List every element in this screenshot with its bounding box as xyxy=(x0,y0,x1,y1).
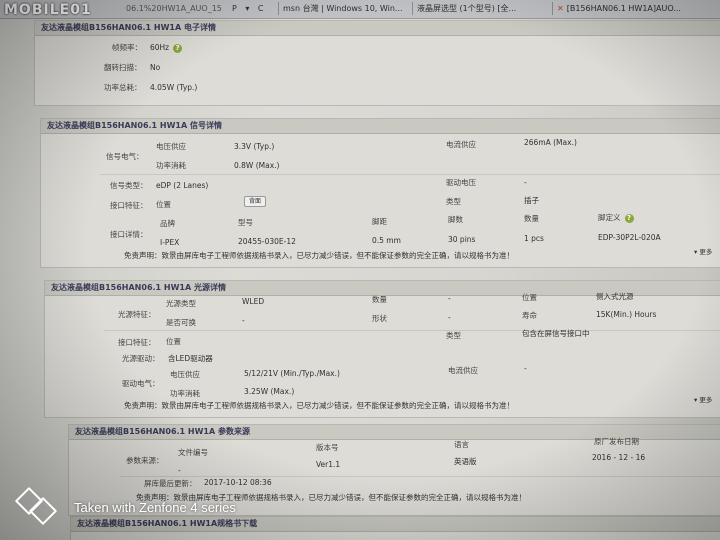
position-label: 位置 xyxy=(156,200,171,209)
cell-qty: 1 pcs xyxy=(524,234,544,243)
col-qty: 数量 xyxy=(524,214,539,223)
col-pitch: 脚距 xyxy=(372,217,387,226)
cell-pindef: EDP-30P2L-020A xyxy=(598,233,661,242)
bl-current-value: - xyxy=(524,364,527,373)
source-type-value: WLED xyxy=(242,297,265,306)
back-side-button[interactable]: 背面 xyxy=(244,196,267,207)
tab-label: [B156HAN06.1 HW1A]AUO... xyxy=(566,4,681,13)
drive-elec-label: 驱动电气： xyxy=(122,379,160,388)
col-doc-no: 文件编号 xyxy=(178,448,208,457)
tab-label: 液晶屏选型 (1个型号) [全... xyxy=(417,4,517,13)
browser-screen: 06.1%20HW1A_AUO_15 P ▾ C msn 台灣 | Window… xyxy=(0,0,720,540)
divider xyxy=(120,476,720,477)
panel-title: 友达液晶模组B156HAN06.1 HW1A 电子详情 xyxy=(35,21,720,36)
replaceable-label: 是否可换 xyxy=(166,318,196,327)
position-value: 背面 xyxy=(244,196,267,207)
col-model: 型号 xyxy=(238,218,253,227)
count-label: 数量 xyxy=(372,295,387,304)
shape-label: 形状 xyxy=(372,314,387,323)
divider xyxy=(104,330,720,331)
close-icon[interactable]: ✕ xyxy=(557,4,564,13)
iface-type-value: 包含在屏信号接口中 xyxy=(522,329,590,338)
power-total-label: 功率总耗： xyxy=(104,83,142,92)
cell-doc-no: - xyxy=(178,466,181,475)
watermark-text: Taken with Zenfone 4 series xyxy=(74,500,236,515)
camera-watermark: Taken with Zenfone 4 series xyxy=(14,484,274,528)
signal-type-label: 信号类型： xyxy=(110,181,148,190)
col-release-date: 原厂发布日期 xyxy=(594,437,639,446)
cell-pitch: 0.5 mm xyxy=(372,236,401,245)
consume-label: 功率消耗 xyxy=(156,161,186,170)
bl-consume-label: 功率消耗 xyxy=(170,389,200,398)
bl-supply-label: 电压供应 xyxy=(170,370,200,379)
cell-language: 英语版 xyxy=(454,457,477,466)
col-pindef: 脚定义? xyxy=(598,213,634,223)
count-value: - xyxy=(448,294,451,303)
consume-value: 0.8W (Max.) xyxy=(234,161,280,170)
bl-consume-value: 3.25W (Max.) xyxy=(244,387,295,396)
cell-brand: I-PEX xyxy=(160,238,180,247)
col-version: 版本号 xyxy=(316,443,339,452)
signal-disclaimer: 免责声明：致景由屏库电子工程师依据规格书录入，已尽力减少错误，但不能保证参数的完… xyxy=(124,251,514,260)
signal-elec-label: 信号电气： xyxy=(106,152,144,161)
cell-version: Ver1.1 xyxy=(316,460,341,469)
cell-pins: 30 pins xyxy=(448,235,476,244)
shape-value: - xyxy=(448,313,451,322)
col-language: 语言 xyxy=(454,440,469,449)
flip-scan-label: 翻转扫描： xyxy=(104,63,142,72)
cell-release-date: 2016 - 12 - 16 xyxy=(592,453,646,462)
tab-panel-select[interactable]: 液晶屏选型 (1个型号) [全... xyxy=(412,2,555,15)
position-label: 位置 xyxy=(522,293,537,302)
panel-title: 友达液晶模组B156HAN06.1 HW1A 信号详情 xyxy=(41,119,720,134)
mobile01-logo: MOBILE01 xyxy=(4,2,92,18)
light-driver-value: 含LED驱动器 xyxy=(168,354,213,363)
current-value: 266mA (Max.) xyxy=(524,138,577,147)
nav-buttons[interactable]: P ▾ C xyxy=(228,2,278,15)
interface-feature-label: 接口特征： xyxy=(110,201,148,210)
source-type-label: 光源类型 xyxy=(166,299,196,308)
current-label: 电流供应 xyxy=(446,140,476,149)
power-total-value: 4.05W (Typ.) xyxy=(150,83,198,92)
kind-label: 类型 xyxy=(446,197,461,206)
lifetime-label: 寿命 xyxy=(522,311,537,320)
replaceable-value: - xyxy=(242,316,245,325)
position-value: 侧入式光源 xyxy=(596,292,634,301)
light-feature-label: 光源特征： xyxy=(118,310,156,319)
iface-position-label: 位置 xyxy=(166,337,181,346)
help-icon[interactable]: ? xyxy=(173,43,183,53)
zenfone-logo-icon xyxy=(15,487,57,525)
lifetime-value: 15K(Min.) Hours xyxy=(596,310,657,319)
signal-more-link[interactable]: ▾ 更多 xyxy=(694,246,712,256)
supply-value: 3.3V (Typ.) xyxy=(234,142,275,151)
bl-current-label: 电流供应 xyxy=(448,366,478,375)
drive-voltage-label: 驱动电压 xyxy=(446,178,476,187)
backlight-disclaimer: 免责声明：致景由屏库电子工程师依据规格书录入，已尽力减少错误，但不能保证参数的完… xyxy=(124,401,514,410)
address-bar[interactable]: 06.1%20HW1A_AUO_15 xyxy=(122,2,228,15)
param-source-label: 参数来源： xyxy=(126,456,164,465)
backlight-more-link[interactable]: ▾ 更多 xyxy=(694,394,712,404)
iface-type-label: 类型 xyxy=(446,331,461,340)
tab-label: msn 台灣 | Windows 10, Win... xyxy=(283,4,403,13)
light-driver-label: 光源驱动： xyxy=(122,354,160,363)
iface-feature-label: 接口特征： xyxy=(118,338,156,347)
col-brand: 品牌 xyxy=(160,219,175,228)
divider xyxy=(100,174,720,175)
help-icon[interactable]: ? xyxy=(624,213,634,223)
frame-rate-label: 帧频率： xyxy=(112,43,142,52)
flip-scan-value: No xyxy=(150,63,161,72)
drive-voltage-value: - xyxy=(524,178,527,187)
bl-supply-value: 5/12/21V (Min./Typ./Max.) xyxy=(244,369,340,378)
frame-rate-value: 60Hz? xyxy=(150,43,183,53)
signal-type-value: eDP (2 Lanes) xyxy=(156,181,209,190)
cell-model: 20455-030E-12 xyxy=(238,237,296,246)
col-pins: 脚数 xyxy=(448,215,463,224)
browser-tab-bar: 06.1%20HW1A_AUO_15 P ▾ C msn 台灣 | Window… xyxy=(0,0,720,19)
interface-detail-label: 接口详情： xyxy=(110,230,148,239)
tab-product[interactable]: ✕ [B156HAN06.1 HW1A]AUO... xyxy=(552,2,720,15)
tab-msn[interactable]: msn 台灣 | Windows 10, Win... xyxy=(278,2,415,15)
supply-label: 电压供应 xyxy=(156,142,186,151)
kind-value: 插子 xyxy=(524,196,539,205)
